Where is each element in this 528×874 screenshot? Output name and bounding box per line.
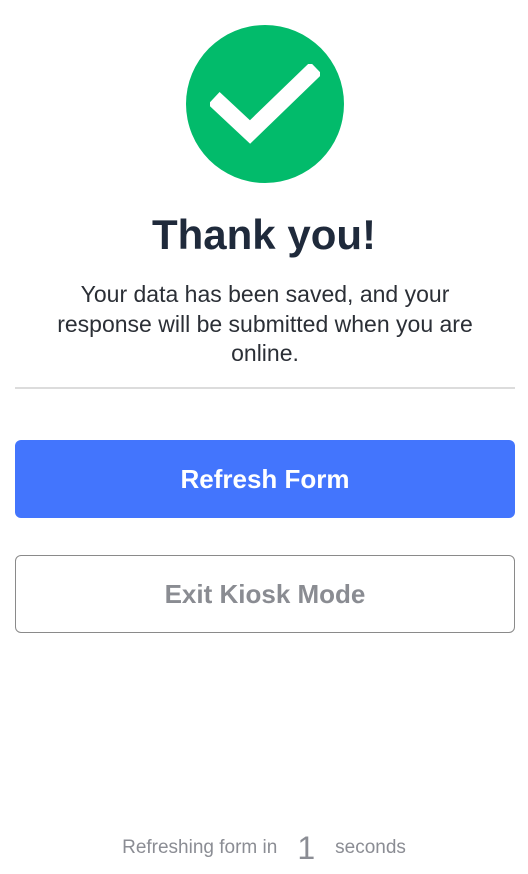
refresh-form-button[interactable]: Refresh Form [15, 440, 515, 518]
page-title: Thank you! [151, 211, 376, 258]
confirmation-message: Your data has been saved, and your respo… [57, 281, 473, 366]
exit-kiosk-mode-button[interactable]: Exit Kiosk Mode [15, 555, 515, 633]
divider [15, 387, 515, 389]
countdown-suffix: seconds [335, 837, 406, 858]
countdown-value: 1 [297, 829, 316, 866]
checkmark-icon [210, 64, 320, 144]
success-check-badge [186, 25, 344, 183]
refresh-countdown: Refreshing form in 1 seconds [0, 826, 528, 870]
countdown-prefix: Refreshing form in [122, 837, 278, 858]
